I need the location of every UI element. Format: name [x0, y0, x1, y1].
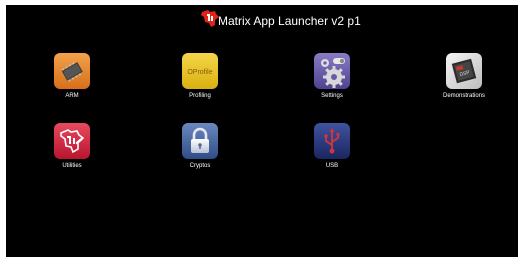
- demo-chip-icon: DSP: [446, 53, 482, 89]
- profile-icon: OProfile: [182, 53, 218, 89]
- app-label: USB: [325, 163, 339, 169]
- app-title: Matrix App Launcher v2 p1: [218, 14, 361, 28]
- profile-icon-text: OProfile: [187, 69, 212, 76]
- ti-utilities-icon: [54, 123, 90, 159]
- app-label: Profiling: [189, 93, 211, 99]
- app-label: Cryptos: [189, 163, 211, 169]
- app-label: Settings: [321, 93, 343, 99]
- padlock-icon: [182, 123, 218, 159]
- app-label: Utilities: [62, 163, 82, 169]
- app-label: ARM: [65, 93, 79, 99]
- app-tile-cryptos[interactable]: Cryptos: [156, 123, 244, 179]
- app-launcher-screen: Matrix App Launcher v2 p1 ARM OProfile P…: [6, 5, 518, 257]
- chip-icon: [54, 53, 90, 89]
- app-label: Demonstrations: [442, 93, 486, 99]
- gears-icon: [314, 53, 350, 89]
- app-tile-arm[interactable]: ARM: [28, 53, 116, 109]
- app-tile-profiling[interactable]: OProfile Profiling: [156, 53, 244, 109]
- app-tile-demonstrations[interactable]: DSP Demonstrations: [420, 53, 508, 109]
- usb-icon: [314, 123, 350, 159]
- app-tile-utilities[interactable]: Utilities: [28, 123, 116, 179]
- header: Matrix App Launcher v2 p1: [6, 5, 518, 33]
- app-tile-settings[interactable]: Settings: [288, 53, 376, 109]
- app-tile-usb[interactable]: USB: [288, 123, 376, 179]
